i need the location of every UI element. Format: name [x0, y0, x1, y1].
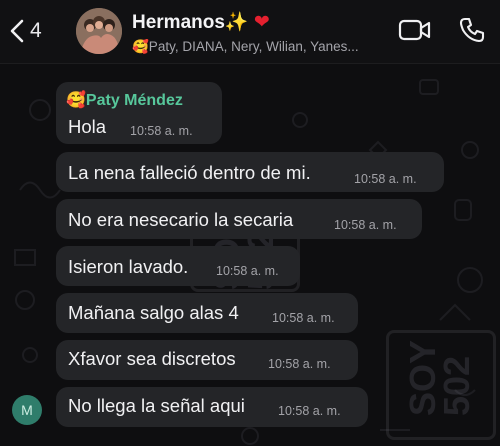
video-camera-icon — [398, 19, 431, 41]
sender-name[interactable]: 🥰Paty Méndez — [66, 90, 183, 110]
message-text: Mañana salgo alas 4 — [68, 302, 239, 323]
video-call-button[interactable] — [398, 18, 432, 47]
message-bubble[interactable]: La nena falleció dentro de mi. 10:58 a. … — [56, 152, 444, 192]
message-time: 10:58 a. m. — [334, 218, 397, 232]
group-title: Hermanos — [132, 12, 225, 33]
voice-call-button[interactable] — [458, 16, 486, 49]
message-time: 10:58 a. m. — [130, 124, 193, 138]
message-bubble[interactable]: No llega la señal aqui 10:58 a. m. — [56, 387, 368, 427]
message-bubble[interactable]: No era nesecario la secaria 10:58 a. m. — [56, 199, 422, 239]
message-text: No era nesecario la secaria — [68, 209, 294, 230]
message-text: Xfavor sea discretos — [68, 348, 236, 369]
chat-title-area[interactable]: Hermanos✨ ❤ 🥰Paty, DIANA, Nery, Wilian, … — [132, 10, 392, 55]
sparkles-emoji: ✨ — [224, 12, 249, 33]
message-text: Hola — [68, 116, 107, 137]
message-bubble[interactable]: Xfavor sea discretos 10:58 a. m. — [56, 340, 358, 380]
message-time: 10:58 a. m. — [354, 172, 417, 186]
message-bubble[interactable]: 🥰Paty Méndez Hola 10:58 a. m. — [56, 82, 222, 144]
message-text: Isieron lavado. — [68, 256, 189, 277]
message-text: No llega la señal aqui — [68, 395, 245, 416]
message-time: 10:58 a. m. — [272, 311, 335, 325]
message-time: 10:58 a. m. — [278, 404, 341, 418]
group-avatar[interactable] — [76, 8, 122, 54]
chat-header: 4 Hermanos✨ ❤ 🥰Paty, DIANA, Nery, Wilian… — [0, 0, 500, 64]
group-name: Hermanos✨ ❤ — [132, 10, 392, 34]
back-button[interactable]: 4 — [10, 16, 42, 46]
watermark-text: SOY 502 — [402, 339, 477, 416]
heart-emoji: ❤ — [253, 12, 270, 33]
group-members: 🥰Paty, DIANA, Nery, Wilian, Yanes... — [132, 39, 359, 54]
message-bubble[interactable]: Isieron lavado. 10:58 a. m. — [56, 246, 300, 286]
unread-count: 4 — [30, 19, 42, 42]
group-photo — [76, 8, 122, 54]
message-time: 10:58 a. m. — [268, 357, 331, 371]
sender-avatar[interactable]: M — [12, 395, 42, 425]
chevron-left-icon — [10, 19, 24, 43]
message-time: 10:58 a. m. — [216, 264, 279, 278]
phone-icon — [459, 17, 485, 43]
message-text: La nena falleció dentro de mi. — [68, 162, 311, 183]
message-bubble[interactable]: Mañana salgo alas 4 10:58 a. m. — [56, 293, 358, 333]
